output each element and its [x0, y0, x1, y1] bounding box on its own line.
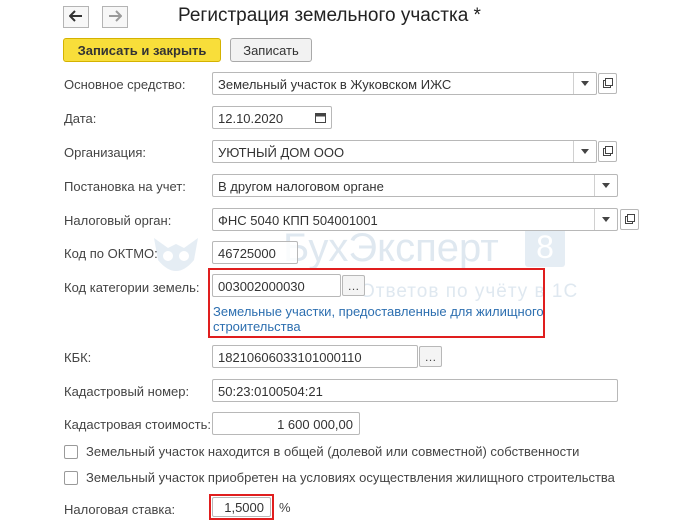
forward-button[interactable]: [102, 6, 128, 28]
oktmo-value: 46725000: [218, 246, 276, 261]
save-and-close-button[interactable]: Записать и закрыть: [63, 38, 221, 62]
housing-construction-checkbox[interactable]: [64, 471, 78, 485]
kbk-value: 18210606033101000110: [218, 350, 362, 365]
housing-construction-label[interactable]: Земельный участок приобретен на условиях…: [86, 470, 615, 485]
land-category-label: Код категории земель:: [64, 280, 200, 295]
registration-value: В другом налоговом органе: [218, 179, 384, 194]
date-field[interactable]: 12.10.2020: [212, 106, 332, 129]
open-link-icon: [602, 76, 613, 91]
chevron-down-icon[interactable]: [594, 209, 617, 230]
open-organization-button[interactable]: [598, 141, 617, 162]
watermark-owl-icon: [150, 232, 202, 283]
land-category-description-line2[interactable]: строительства: [213, 319, 301, 334]
kbk-field[interactable]: 18210606033101000110: [212, 345, 418, 368]
kbk-select-button[interactable]: …: [419, 346, 442, 367]
tax-rate-unit: %: [279, 500, 291, 515]
organization-value: УЮТНЫЙ ДОМ ООО: [218, 145, 345, 160]
open-link-icon: [602, 144, 613, 159]
registration-select[interactable]: В другом налоговом органе: [212, 174, 618, 197]
tax-authority-field[interactable]: ФНС 5040 КПП 504001001: [212, 208, 618, 231]
cadastral-value-field[interactable]: 1 600 000,00: [212, 412, 360, 435]
cadastral-number-label: Кадастровый номер:: [64, 384, 190, 399]
tax-authority-label: Налоговый орган:: [64, 213, 172, 228]
arrow-left-icon: [68, 9, 83, 25]
land-category-field[interactable]: 003002000030: [212, 274, 341, 297]
watermark-number-box: 8: [525, 227, 565, 267]
open-tax-authority-button[interactable]: [620, 209, 639, 230]
registration-label: Постановка на учет:: [64, 179, 186, 194]
kbk-label: КБК:: [64, 350, 92, 365]
open-link-icon: [624, 212, 635, 227]
land-category-select-button[interactable]: …: [342, 275, 365, 296]
arrow-right-icon: [108, 9, 123, 25]
open-asset-button[interactable]: [598, 73, 617, 94]
shared-ownership-checkbox[interactable]: [64, 445, 78, 459]
organization-field[interactable]: УЮТНЫЙ ДОМ ООО: [212, 140, 597, 163]
asset-value: Земельный участок в Жуковском ИЖС: [218, 77, 452, 92]
date-value: 12.10.2020: [218, 111, 284, 126]
calendar-icon[interactable]: [309, 107, 331, 128]
oktmo-label: Код по ОКТМО:: [64, 246, 158, 261]
cadastral-number-field[interactable]: 50:23:0100504:21: [212, 379, 618, 402]
land-category-value: 003002000030: [218, 279, 305, 294]
organization-label: Организация:: [64, 145, 147, 160]
cadastral-value-label: Кадастровая стоимость:: [64, 417, 211, 432]
chevron-down-icon[interactable]: [594, 175, 617, 196]
date-label: Дата:: [64, 111, 97, 126]
cadastral-value-value: 1 600 000,00: [277, 417, 353, 432]
chevron-down-icon[interactable]: [573, 73, 596, 94]
shared-ownership-label[interactable]: Земельный участок находится в общей (дол…: [86, 444, 579, 459]
cadastral-number-value: 50:23:0100504:21: [218, 384, 323, 399]
watermark-number: 8: [536, 228, 554, 265]
asset-field[interactable]: Земельный участок в Жуковском ИЖС: [212, 72, 597, 95]
window-title: Регистрация земельного участка *: [178, 5, 481, 26]
back-button[interactable]: [63, 6, 89, 28]
oktmo-field[interactable]: 46725000: [212, 241, 298, 264]
land-category-description-line1[interactable]: Земельные участки, предоставленные для ж…: [213, 304, 544, 319]
save-button[interactable]: Записать: [230, 38, 312, 62]
asset-label: Основное средство:: [64, 77, 186, 92]
tax-rate-label: Налоговая ставка:: [64, 502, 176, 517]
tax-rate-value: 1,5000: [224, 500, 264, 515]
chevron-down-icon[interactable]: [573, 141, 596, 162]
tax-rate-field[interactable]: 1,5000: [212, 497, 271, 517]
watermark-brand: БухЭксперт: [283, 226, 499, 270]
tax-authority-value: ФНС 5040 КПП 504001001: [218, 213, 378, 228]
